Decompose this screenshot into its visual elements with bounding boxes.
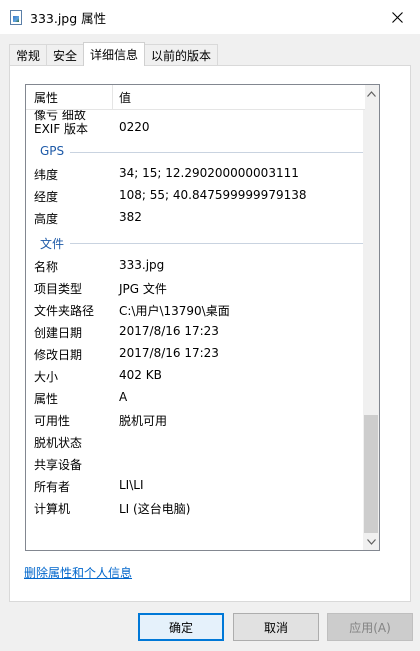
property-value: A: [119, 390, 128, 404]
details-panel: 属性 值 像亏 细故 EXIF 版本 0220 GPS 纬度 34; 15; 1…: [9, 65, 411, 602]
section-divider: [70, 243, 365, 244]
close-icon: [391, 11, 403, 23]
vertical-scrollbar[interactable]: [363, 85, 379, 550]
section-header-file: 文件: [26, 232, 365, 254]
section-title: GPS: [40, 144, 65, 158]
property-key: 名称: [34, 260, 59, 274]
property-value: JPG 文件: [119, 282, 167, 296]
chevron-up-icon: [366, 90, 376, 97]
tab-details[interactable]: 详细信息: [83, 42, 146, 66]
property-value: 2017/8/16 17:23: [119, 346, 219, 360]
list-item[interactable]: 可用性 脱机可用: [26, 409, 365, 431]
chevron-down-icon: [366, 538, 376, 545]
list-item[interactable]: 创建日期 2017/8/16 17:23: [26, 321, 365, 343]
list-item[interactable]: 高度 382: [26, 207, 365, 229]
property-key: 属性: [34, 392, 59, 406]
property-key: 高度: [34, 212, 59, 226]
tab-general[interactable]: 常规: [9, 44, 48, 66]
property-key: 大小: [34, 370, 59, 384]
remove-properties-link[interactable]: 删除属性和个人信息: [24, 564, 132, 581]
ok-button[interactable]: 确定: [138, 613, 224, 641]
tab-strip: 常规 安全 详细信息 以前的版本: [9, 42, 219, 66]
scroll-down-button[interactable]: [363, 533, 379, 550]
close-button[interactable]: [374, 0, 420, 34]
list-item[interactable]: 共享设备: [26, 453, 365, 475]
property-value: 333.jpg: [119, 258, 165, 272]
property-key: 脱机状态: [34, 436, 83, 450]
tab-security[interactable]: 安全: [46, 44, 85, 66]
list-item[interactable]: 名称 333.jpg: [26, 255, 365, 277]
column-divider[interactable]: [112, 85, 113, 109]
list-item[interactable]: 脱机状态: [26, 431, 365, 453]
list-item[interactable]: 修改日期 2017/8/16 17:23: [26, 343, 365, 365]
list-header: 属性 值: [26, 85, 365, 110]
list-item[interactable]: 所有者 LI\LI: [26, 475, 365, 497]
property-value: 脱机可用: [119, 414, 168, 428]
property-value: C:\用户\13790\桌面: [119, 304, 230, 318]
section-title: 文件: [40, 237, 65, 251]
property-key: 可用性: [34, 414, 71, 428]
apply-button[interactable]: 应用(A): [327, 613, 413, 641]
scroll-up-button[interactable]: [363, 85, 379, 102]
image-file-icon: [10, 9, 22, 25]
property-value: 34; 15; 12.290200000003111: [119, 166, 299, 180]
column-header-value[interactable]: 值: [119, 89, 131, 106]
property-value: 402 KB: [119, 368, 162, 382]
property-key: 项目类型: [34, 282, 83, 296]
window-title: 333.jpg 属性: [30, 10, 107, 26]
property-value: 108; 55; 40.847599999979138: [119, 188, 307, 202]
property-value: 2017/8/16 17:23: [119, 324, 219, 338]
property-key: 纬度: [34, 168, 59, 182]
property-value: 0220: [119, 120, 150, 134]
tab-previous-versions[interactable]: 以前的版本: [144, 44, 219, 66]
property-key: 创建日期: [34, 326, 83, 340]
list-item[interactable]: EXIF 版本 0220: [26, 117, 365, 139]
list-item[interactable]: 计算机 LI (这台电脑): [26, 497, 365, 519]
property-key: 共享设备: [34, 458, 83, 472]
property-key: 计算机: [34, 502, 71, 516]
list-item[interactable]: 项目类型 JPG 文件: [26, 277, 365, 299]
title-bar: 333.jpg 属性: [0, 0, 420, 34]
property-list[interactable]: 属性 值 像亏 细故 EXIF 版本 0220 GPS 纬度 34; 15; 1…: [25, 84, 380, 551]
property-key: 经度: [34, 190, 59, 204]
property-value: LI\LI: [119, 478, 144, 492]
property-key: 所有者: [34, 480, 71, 494]
list-item[interactable]: 文件夹路径 C:\用户\13790\桌面: [26, 299, 365, 321]
list-item[interactable]: 纬度 34; 15; 12.290200000003111: [26, 163, 365, 185]
column-header-property[interactable]: 属性: [34, 89, 58, 106]
list-item[interactable]: 大小 402 KB: [26, 365, 365, 387]
property-key: 修改日期: [34, 348, 83, 362]
list-item[interactable]: 属性 A: [26, 387, 365, 409]
property-key: EXIF 版本: [34, 122, 89, 136]
property-key: 文件夹路径: [34, 304, 95, 318]
section-divider: [70, 152, 365, 153]
scrollbar-thumb[interactable]: [364, 415, 378, 533]
property-value: 382: [119, 210, 142, 224]
list-item[interactable]: 经度 108; 55; 40.847599999979138: [26, 185, 365, 207]
property-value: LI (这台电脑): [119, 502, 191, 516]
section-header-gps: GPS: [26, 141, 365, 163]
cancel-button[interactable]: 取消: [233, 613, 319, 641]
